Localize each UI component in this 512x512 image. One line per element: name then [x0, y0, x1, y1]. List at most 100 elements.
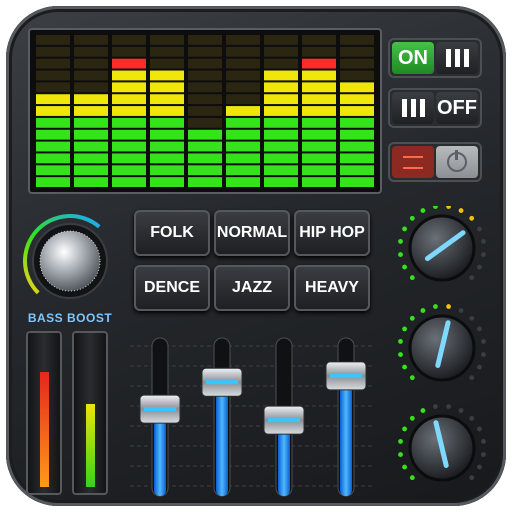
spectrum-segment: [340, 82, 374, 93]
fader-indicator: [144, 407, 176, 412]
spectrum-segment: [264, 82, 298, 93]
knob-scale-dot: [402, 464, 407, 470]
spectrum-segment: [340, 129, 374, 140]
spectrum-segment: [150, 165, 184, 176]
power-toggle[interactable]: [388, 142, 482, 182]
knob-scale-dot: [477, 226, 482, 232]
knob-scale-dot: [458, 408, 464, 413]
spectrum-segment: [226, 82, 260, 93]
spectrum-segment: [340, 35, 374, 45]
spectrum-segment: [150, 129, 184, 140]
vu-meter-left: [26, 331, 62, 495]
spectrum-segment: [340, 58, 374, 69]
spectrum-segment: [264, 129, 298, 140]
knob-scale-dot: [402, 226, 407, 232]
knob-scale-dot: [446, 304, 451, 309]
knob-scale-dot: [398, 239, 403, 244]
spectrum-segment: [340, 46, 374, 57]
spectrum-segment: [36, 129, 70, 140]
spectrum-segment: [74, 35, 108, 45]
knob-scale-dot: [477, 326, 482, 332]
spectrum-segment: [188, 129, 222, 140]
knob-scale-dot: [398, 439, 403, 444]
spectrum-segment: [264, 153, 298, 164]
power-off-switch[interactable]: OFF: [388, 88, 482, 128]
spectrum-segment: [150, 82, 184, 93]
spectrum-segment: [188, 165, 222, 176]
spectrum-segment: [36, 165, 70, 176]
preset-normal-button[interactable]: NORMAL: [214, 210, 290, 256]
preset-jazz-button[interactable]: JAZZ: [214, 265, 290, 311]
spectrum-segment: [74, 129, 108, 140]
bass-boost-knob[interactable]: [20, 211, 120, 311]
preset-folk-button[interactable]: FOLK: [134, 210, 210, 256]
power-off-label: OFF: [436, 92, 478, 124]
spectrum-segment: [302, 94, 336, 105]
knob-scale-dot: [433, 404, 438, 409]
spectrum-segment: [36, 46, 70, 57]
bass-boost-control[interactable]: BASS BOOST: [20, 211, 120, 331]
knob-column: [390, 204, 500, 506]
spectrum-segment: [226, 70, 260, 81]
spectrum-segment: [74, 177, 108, 187]
spectrum-segment: [74, 117, 108, 128]
spectrum-segment: [226, 177, 260, 187]
preset-dence-button[interactable]: DENCE: [134, 265, 210, 311]
spectrum-segment: [188, 94, 222, 105]
knob-scale-dot: [477, 426, 482, 432]
knob-scale-dot: [477, 364, 482, 370]
knob-scale-dot: [481, 252, 486, 257]
preset-hip-hop-button[interactable]: HIP HOP: [294, 210, 370, 256]
spectrum-segment: [302, 117, 336, 128]
spectrum-segment: [340, 141, 374, 152]
spectrum-segment: [340, 117, 374, 128]
spectrum-segment: [226, 106, 260, 116]
fader-indicator: [330, 373, 362, 378]
spectrum-segment: [302, 70, 336, 81]
knob-scale-dot: [446, 404, 451, 409]
spectrum-segment: [150, 177, 184, 187]
spectrum-segment: [150, 153, 184, 164]
spectrum-segment: [112, 129, 146, 140]
knob-scale-dot: [402, 426, 407, 432]
preset-heavy-button[interactable]: HEAVY: [294, 265, 370, 311]
spectrum-segment: [264, 106, 298, 116]
vu-meter-right: [72, 331, 108, 495]
spectrum-segment: [264, 117, 298, 128]
spectrum-segment: [340, 165, 374, 176]
spectrum-segment: [302, 46, 336, 57]
fader-level: [216, 382, 228, 496]
knob-scale-dot: [409, 475, 415, 481]
spectrum-segment: [36, 177, 70, 187]
spectrum-segment: [74, 106, 108, 116]
fader-sliders[interactable]: [124, 332, 380, 502]
knob-scale-dot: [398, 352, 403, 357]
knob-scale-dot: [481, 239, 486, 244]
rotary-knobs[interactable]: [390, 204, 500, 506]
spectrum-segment: [302, 165, 336, 176]
spectrum-segment: [36, 70, 70, 81]
fader-bank: [124, 332, 380, 502]
spectrum-segment: [36, 35, 70, 45]
knob-scale-dot: [409, 215, 415, 221]
knob-scale-dot: [433, 204, 438, 209]
spectrum-segment: [112, 46, 146, 57]
spectrum-segment: [150, 106, 184, 116]
spectrum-segment: [150, 35, 184, 45]
knob-scale-dot: [481, 439, 486, 444]
spectrum-segment: [188, 117, 222, 128]
knob-scale-dot: [458, 308, 464, 313]
power-icon: [436, 146, 478, 178]
knob-scale-dot: [446, 204, 451, 209]
grip-icon: [436, 42, 478, 74]
knob-scale-dot: [402, 364, 407, 370]
knob-scale-dot: [420, 308, 426, 313]
spectrum-segment: [188, 177, 222, 187]
power-on-switch[interactable]: ON: [388, 38, 482, 78]
spectrum-segment: [226, 129, 260, 140]
spectrum-segment: [188, 153, 222, 164]
spectrum-segment: [188, 58, 222, 69]
spectrum-segment: [74, 153, 108, 164]
spectrum-segment: [36, 141, 70, 152]
spectrum-segment: [150, 117, 184, 128]
